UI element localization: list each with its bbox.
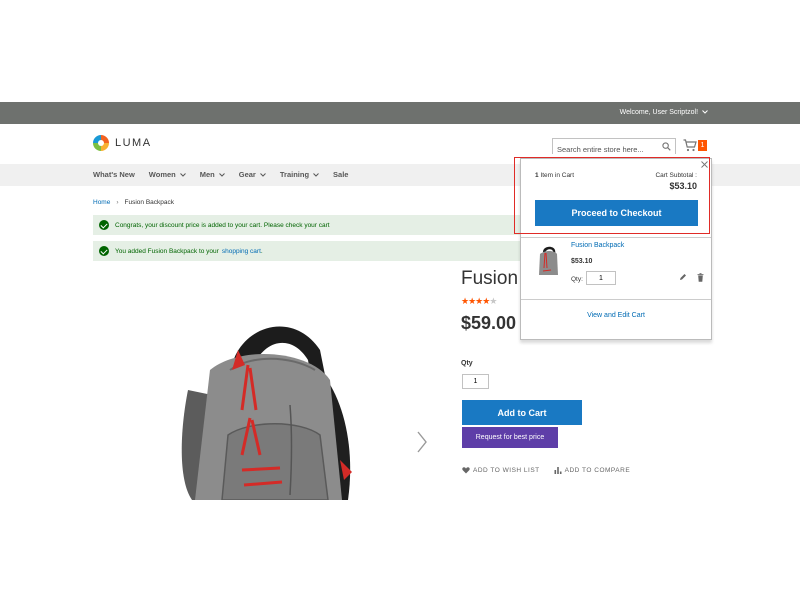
minicart-qty-label: Qty: xyxy=(571,276,583,283)
chevron-down-icon xyxy=(179,172,186,177)
search-box xyxy=(552,138,676,157)
close-icon[interactable] xyxy=(701,161,708,168)
success-message-discount: Congrats, your discount price is added t… xyxy=(93,215,523,235)
compare-label: ADD TO COMPARE xyxy=(564,467,631,474)
chevron-right-icon[interactable] xyxy=(416,431,428,453)
success-message-added: You added Fusion Backpack to your shoppin… xyxy=(93,241,523,261)
add-to-cart-button[interactable]: Add to Cart xyxy=(462,400,582,425)
chevron-down-icon xyxy=(313,172,319,177)
cart-count-badge: 1 xyxy=(698,140,707,151)
wishlist-label: ADD TO WISH LIST xyxy=(473,467,540,474)
minicart-qty-input[interactable] xyxy=(586,271,616,285)
product-title: Fusion Backpack xyxy=(461,268,521,289)
subtotal-label: Cart Subtotal : xyxy=(655,172,697,179)
items-label: Item in Cart xyxy=(540,172,575,179)
breadcrumb-home-link[interactable]: Home xyxy=(93,199,110,206)
trash-icon[interactable] xyxy=(697,273,704,282)
nav-item-women[interactable]: Women xyxy=(149,170,186,179)
breadcrumb: Home › Fusion Backpack xyxy=(93,199,174,206)
star-empty-icon: ★ xyxy=(489,296,497,306)
logo-text: LUMA xyxy=(115,137,152,149)
product-social-actions: ADD TO WISH LIST ADD TO COMPARE xyxy=(462,467,644,474)
pencil-icon[interactable] xyxy=(679,273,687,281)
minicart-product-name[interactable]: Fusion Backpack xyxy=(571,242,624,249)
minicart-button[interactable]: 1 xyxy=(683,138,711,154)
nav-label: Sale xyxy=(333,170,349,179)
search-icon[interactable] xyxy=(662,142,671,151)
top-bar: Welcome, User Scriptzol! xyxy=(0,102,800,124)
minicart-product-thumbnail[interactable] xyxy=(535,244,561,276)
heart-icon xyxy=(462,467,470,474)
nav-item-gear[interactable]: Gear xyxy=(239,170,266,179)
chevron-down-icon xyxy=(260,172,266,177)
qty-input[interactable] xyxy=(462,374,489,389)
message-text: Congrats, your discount price is added t… xyxy=(115,221,330,229)
add-to-compare-link[interactable]: ADD TO COMPARE xyxy=(554,467,631,474)
nav-label: Gear xyxy=(238,170,256,179)
nav-label: What's New xyxy=(93,170,135,179)
minicart-items-count: 1 Item in Cart xyxy=(535,172,574,179)
breadcrumb-current: Fusion Backpack xyxy=(124,199,175,206)
check-circle-icon xyxy=(99,246,109,256)
customer-welcome[interactable]: Welcome, User Scriptzol! xyxy=(620,109,708,116)
compare-icon xyxy=(554,467,562,474)
items-count: 1 xyxy=(535,172,539,179)
nav-label: Women xyxy=(148,170,176,179)
breadcrumb-separator: › xyxy=(116,199,119,206)
message-suffix: . xyxy=(260,247,263,255)
product-image-backpack[interactable] xyxy=(170,310,370,500)
nav-item-whats-new[interactable]: What's New xyxy=(93,170,135,179)
welcome-text: Welcome, User Scriptzol! xyxy=(619,109,699,116)
add-to-wishlist-link[interactable]: ADD TO WISH LIST xyxy=(462,467,540,474)
subtotal-value: $53.10 xyxy=(669,181,697,191)
shopping-cart-link[interactable]: shopping cart xyxy=(222,248,261,255)
cart-icon xyxy=(683,139,697,152)
logo[interactable]: LUMA xyxy=(93,134,152,152)
chevron-down-icon xyxy=(700,109,708,116)
minicart-dropdown: 1 Item in Cart Cart Subtotal : $53.10 Pr… xyxy=(520,158,712,340)
nav-item-training[interactable]: Training xyxy=(280,170,319,179)
nav-item-men[interactable]: Men xyxy=(200,170,225,179)
check-circle-icon xyxy=(99,220,109,230)
rating-stars[interactable]: ★★★★★ xyxy=(461,296,497,307)
product-price: $59.00 xyxy=(461,313,517,333)
chevron-down-icon xyxy=(218,172,225,177)
nav-label: Training xyxy=(279,170,310,179)
view-edit-cart-link[interactable]: View and Edit Cart xyxy=(521,312,711,319)
divider xyxy=(521,237,711,238)
qty-label: Qty xyxy=(461,360,473,367)
divider xyxy=(521,299,711,300)
luma-logo-icon xyxy=(93,135,109,151)
request-best-price-button[interactable]: Request for best price xyxy=(462,427,558,448)
search-input[interactable] xyxy=(553,142,675,157)
proceed-to-checkout-button[interactable]: Proceed to Checkout xyxy=(535,200,698,226)
message-text: You added Fusion Backpack to your xyxy=(115,247,219,255)
nav-label: Men xyxy=(199,170,215,179)
page: Welcome, User Scriptzol! LUMA 1 xyxy=(0,0,800,600)
nav-item-sale[interactable]: Sale xyxy=(333,170,348,179)
minicart-product-price: $53.10 xyxy=(571,258,593,265)
